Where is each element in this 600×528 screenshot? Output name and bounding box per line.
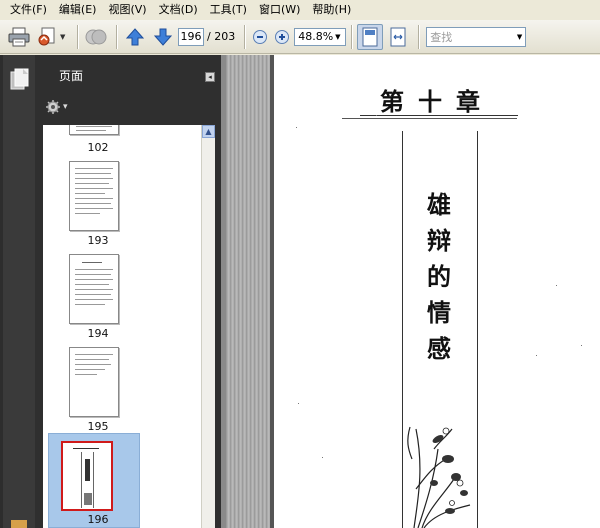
arrow-up-icon (125, 27, 145, 45)
thumbnail-label: 195 (87, 420, 109, 433)
title-column-line (402, 131, 403, 528)
printer-icon (8, 27, 30, 46)
thumbnail-label: 193 (87, 234, 109, 247)
navigation-bar (3, 55, 35, 528)
heading-rule (342, 118, 517, 119)
scan-gutter (226, 55, 270, 528)
title-column-line (477, 131, 478, 528)
pages-panel: 页面 ◂ ▾ 102 193 194 195 196 ▲ (35, 55, 221, 528)
collapse-panel-button[interactable]: ◂ (205, 72, 215, 82)
separator (418, 24, 420, 49)
acrobat-window: 文件(F) 编辑(E) 视图(V) 文档(D) 工具(T) 窗口(W) 帮助(H… (0, 0, 600, 528)
title-char: 感 (427, 334, 451, 363)
separator (77, 24, 78, 49)
fit-width-icon (390, 27, 406, 46)
zoom-select[interactable]: 48.8% ▼ (294, 27, 347, 46)
menu-bar: 文件(F) 编辑(E) 视图(V) 文档(D) 工具(T) 窗口(W) 帮助(H… (0, 0, 600, 20)
title-char: 雄 (427, 190, 451, 219)
gear-icon[interactable] (45, 99, 61, 115)
fit-width-button[interactable] (385, 24, 411, 50)
heading-rule (360, 115, 518, 116)
menu-file[interactable]: 文件(F) (4, 0, 53, 20)
separator (116, 24, 117, 49)
fit-page-icon (362, 27, 378, 46)
page-thumbnail[interactable] (69, 125, 119, 135)
search-input[interactable]: 查找 ▼ (426, 26, 527, 47)
panel-options: ▾ (35, 95, 221, 119)
print-button[interactable] (6, 24, 32, 50)
share-dropdown-arrow[interactable]: ▼ (60, 33, 68, 41)
zoom-value: 48.8% (298, 30, 334, 43)
fit-page-button[interactable] (357, 23, 384, 50)
page-thumbnail[interactable] (69, 161, 119, 231)
thumbnail-label: 194 (87, 327, 109, 340)
title-char: 情 (427, 298, 451, 327)
menu-view[interactable]: 视图(V) (102, 0, 152, 20)
arrow-down-icon (153, 28, 173, 46)
separator (351, 24, 353, 49)
collaborate-button[interactable] (83, 24, 109, 50)
thumbnail-scrollbar[interactable]: ▲ (201, 125, 215, 528)
toolbar: ▼ 196 / 203 48.8% ▼ 查找 ▼ (0, 20, 600, 54)
document-view[interactable]: 第十章 雄 辩 的 情 感 (221, 55, 600, 528)
menu-help[interactable]: 帮助(H) (306, 0, 357, 20)
page-number-input[interactable]: 196 (178, 27, 204, 46)
chapter-title: 雄 辩 的 情 感 (422, 187, 456, 367)
thumbnail-label: 102 (87, 141, 109, 154)
chevron-down-icon: ▼ (516, 32, 523, 41)
separator (244, 24, 246, 49)
page-total: / 203 (207, 30, 236, 43)
menu-tools[interactable]: 工具(T) (204, 0, 253, 20)
menu-document[interactable]: 文档(D) (153, 0, 204, 20)
page-thumbnail[interactable] (69, 347, 119, 417)
chevron-down-icon[interactable]: ▾ (63, 102, 68, 112)
zoom-in-icon (275, 29, 290, 44)
title-char: 的 (427, 262, 451, 291)
chevron-down-icon: ▼ (335, 32, 341, 41)
share-button[interactable] (34, 24, 60, 50)
chapter-heading: 第十章 (380, 87, 494, 116)
page-thumbnail-selected[interactable] (61, 441, 113, 511)
scroll-up-button[interactable]: ▲ (202, 125, 215, 138)
previous-page-button[interactable] (122, 24, 148, 50)
zoom-in-button[interactable] (272, 24, 292, 50)
panel-title: 页面 (59, 68, 84, 83)
menu-edit[interactable]: 编辑(E) (53, 0, 103, 20)
document-page: 第十章 雄 辩 的 情 感 (226, 55, 600, 528)
attachment-icon[interactable] (9, 519, 31, 528)
menu-window[interactable]: 窗口(W) (253, 0, 306, 20)
panel-header: 页面 ◂ (35, 55, 221, 95)
thumbnail-label: 196 (87, 513, 109, 526)
share-pdf-icon (38, 27, 55, 45)
orchid-illustration (407, 426, 471, 528)
title-char: 辩 (427, 226, 451, 255)
thumbnail-list: 102 193 194 195 196 (43, 125, 201, 528)
page-thumbnail[interactable] (69, 254, 119, 324)
zoom-out-button[interactable] (250, 24, 270, 50)
collaborate-icon (85, 29, 107, 44)
zoom-out-icon (253, 29, 268, 44)
scan-gutter-edge (270, 55, 274, 528)
pages-icon[interactable] (8, 67, 32, 93)
next-page-button[interactable] (150, 24, 176, 50)
search-placeholder: 查找 (430, 30, 453, 44)
